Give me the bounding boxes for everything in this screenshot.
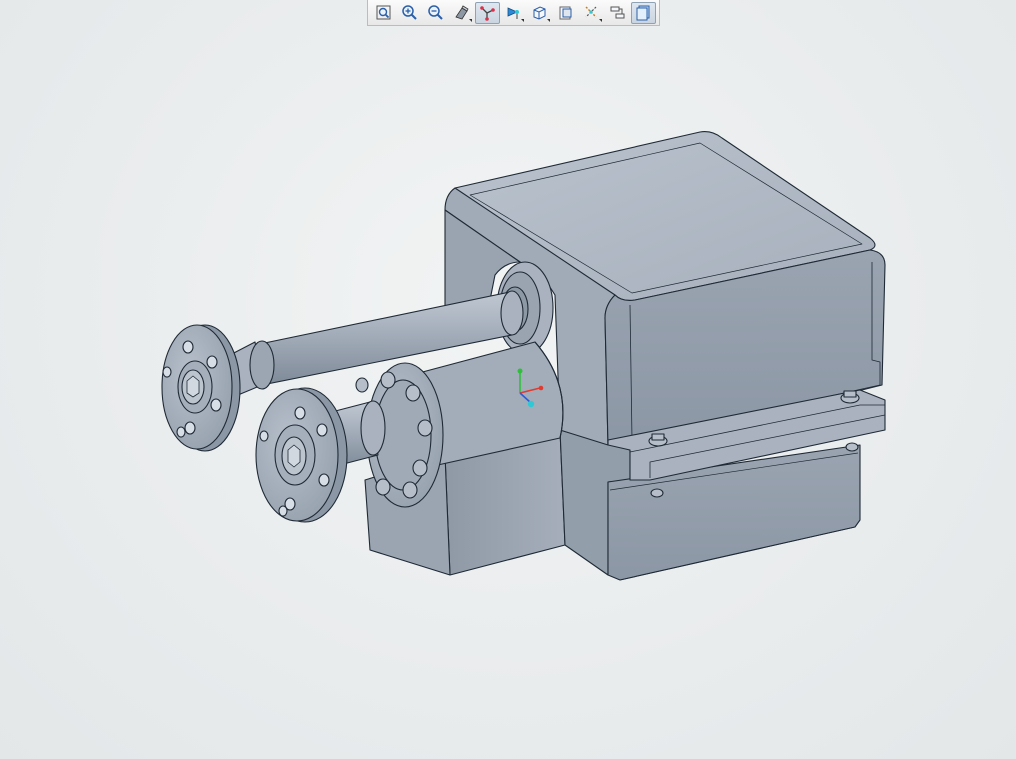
gearbox-model[interactable] xyxy=(161,131,886,581)
graphics-viewport[interactable] xyxy=(0,0,1016,759)
lower-shaft-flange[interactable] xyxy=(255,387,348,523)
upper-shaft-flange[interactable] xyxy=(161,324,241,452)
